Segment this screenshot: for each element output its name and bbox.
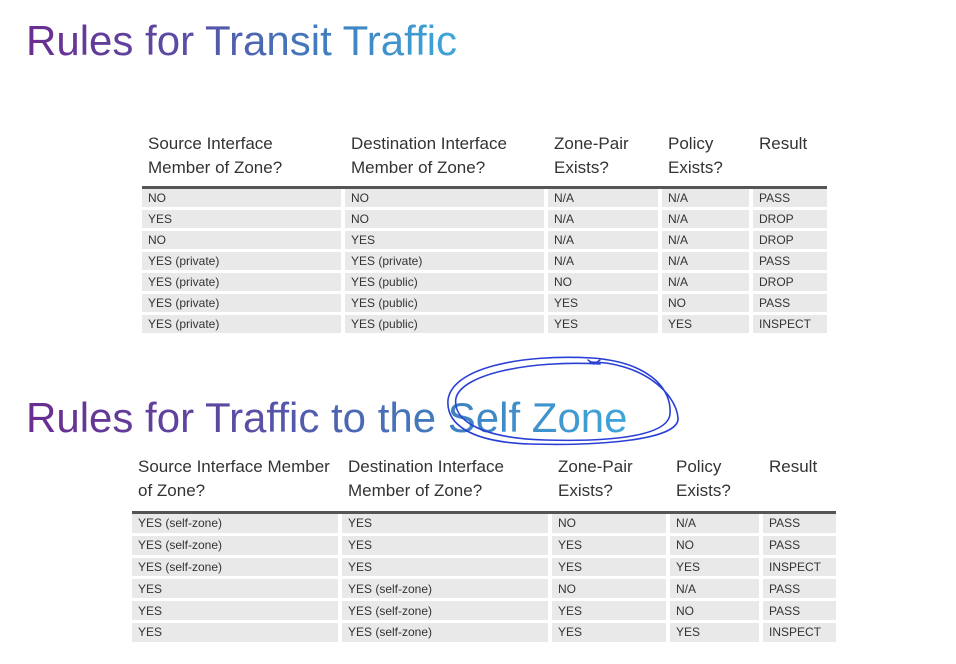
- cell-zone-pair: NO: [552, 579, 670, 602]
- cell-zone-pair: N/A: [548, 252, 662, 273]
- transit-traffic-title: Rules for Transit Traffic: [26, 17, 458, 64]
- cell-result: PASS: [763, 601, 836, 623]
- cell-source-interface: NO: [142, 189, 345, 210]
- cell-zone-pair: NO: [548, 273, 662, 294]
- cell-policy: YES: [662, 315, 753, 336]
- table-row: YES (self-zone) YES YES NO PASS: [132, 535, 836, 558]
- self-zone-rows: YES (self-zone) YES NO N/A PASS YES (self-zon…: [132, 514, 836, 645]
- cell-policy: N/A: [670, 579, 763, 602]
- cell-destination-interface: YES (public): [345, 273, 548, 294]
- header-source-interface: Source Interface Member of Zone?: [142, 132, 345, 189]
- cell-source-interface: YES (private): [142, 252, 345, 273]
- transit-rows: NO NO N/A N/A PASS YES NO N/A N/A DROP NO YES N/A N/A…: [142, 189, 827, 336]
- cell-source-interface: YES (self-zone): [132, 514, 342, 536]
- cell-source-interface: NO: [142, 231, 345, 252]
- table-row: NO NO N/A N/A PASS: [142, 189, 827, 210]
- table-header-row: Source Interface Member of Zone? Destina…: [132, 455, 836, 514]
- cell-zone-pair: YES: [552, 622, 670, 645]
- table-row: YES (private) YES (public) YES NO PASS: [142, 294, 827, 315]
- self-zone-title: Rules for Traffic to the Self Zone: [26, 394, 628, 441]
- table-row: YES NO N/A N/A DROP: [142, 210, 827, 231]
- cell-zone-pair: YES: [548, 315, 662, 336]
- cell-source-interface: YES: [132, 601, 342, 623]
- header-policy: Policy Exists?: [662, 132, 753, 189]
- cell-destination-interface: YES: [342, 535, 552, 558]
- cell-destination-interface: YES (public): [345, 294, 548, 315]
- cell-source-interface: YES (private): [142, 294, 345, 315]
- cell-zone-pair: N/A: [548, 189, 662, 210]
- cell-source-interface: YES (private): [142, 273, 345, 294]
- cell-source-interface: YES: [132, 622, 342, 645]
- cell-destination-interface: YES (private): [345, 252, 548, 273]
- table-row: NO YES N/A N/A DROP: [142, 231, 827, 252]
- table-row: YES YES (self-zone) YES NO PASS: [132, 601, 836, 623]
- cell-result: PASS: [753, 252, 827, 273]
- table-row: YES (private) YES (private) N/A N/A PASS: [142, 252, 827, 273]
- cell-zone-pair: NO: [552, 514, 670, 536]
- cell-result: PASS: [763, 514, 836, 536]
- cell-policy: N/A: [662, 231, 753, 252]
- cell-policy: N/A: [662, 210, 753, 231]
- header-destination-interface: Destination Interface Member of Zone?: [345, 132, 548, 189]
- annotation-stroke: [587, 359, 601, 365]
- cell-destination-interface: YES (self-zone): [342, 601, 552, 623]
- cell-destination-interface: NO: [345, 189, 548, 210]
- cell-destination-interface: YES: [345, 231, 548, 252]
- cell-zone-pair: YES: [552, 535, 670, 558]
- cell-result: INSPECT: [753, 315, 827, 336]
- header-result: Result: [763, 455, 836, 514]
- cell-destination-interface: YES (public): [345, 315, 548, 336]
- cell-destination-interface: YES: [342, 514, 552, 536]
- transit-rules-table: Source Interface Member of Zone? Destina…: [142, 132, 827, 336]
- cell-policy: N/A: [662, 252, 753, 273]
- cell-result: PASS: [753, 294, 827, 315]
- cell-source-interface: YES (private): [142, 315, 345, 336]
- cell-zone-pair: YES: [552, 601, 670, 623]
- cell-result: PASS: [763, 535, 836, 558]
- cell-destination-interface: YES (self-zone): [342, 579, 552, 602]
- cell-zone-pair: N/A: [548, 210, 662, 231]
- table-row: YES YES (self-zone) NO N/A PASS: [132, 579, 836, 602]
- cell-result: INSPECT: [763, 622, 836, 645]
- table-row: YES (private) YES (public) NO N/A DROP: [142, 273, 827, 294]
- cell-policy: YES: [670, 557, 763, 580]
- cell-policy: N/A: [662, 189, 753, 210]
- table-row: YES YES (self-zone) YES YES INSPECT: [132, 622, 836, 645]
- cell-source-interface: YES: [142, 210, 345, 231]
- cell-result: INSPECT: [763, 557, 836, 580]
- cell-policy: NO: [662, 294, 753, 315]
- cell-destination-interface: YES: [342, 557, 552, 580]
- table-row: YES (self-zone) YES NO N/A PASS: [132, 514, 836, 536]
- header-destination-interface: Destination Interface Member of Zone?: [342, 455, 552, 514]
- cell-source-interface: YES (self-zone): [132, 557, 342, 580]
- header-result: Result: [753, 132, 827, 189]
- header-source-interface: Source Interface Member of Zone?: [132, 455, 342, 514]
- cell-policy: N/A: [662, 273, 753, 294]
- cell-zone-pair: YES: [552, 557, 670, 580]
- cell-policy: YES: [670, 622, 763, 645]
- cell-policy: NO: [670, 535, 763, 558]
- header-policy: Policy Exists?: [670, 455, 763, 514]
- table-header-row: Source Interface Member of Zone? Destina…: [142, 132, 827, 189]
- cell-policy: NO: [670, 601, 763, 623]
- cell-destination-interface: YES (self-zone): [342, 622, 552, 645]
- cell-source-interface: YES: [132, 579, 342, 602]
- cell-result: DROP: [753, 273, 827, 294]
- cell-result: PASS: [753, 189, 827, 210]
- header-zone-pair: Zone-Pair Exists?: [552, 455, 670, 514]
- header-zone-pair: Zone-Pair Exists?: [548, 132, 662, 189]
- self-zone-rules-table: Source Interface Member of Zone? Destina…: [132, 455, 836, 645]
- table-row: YES (private) YES (public) YES YES INSPECT: [142, 315, 827, 336]
- cell-result: DROP: [753, 231, 827, 252]
- table-row: YES (self-zone) YES YES YES INSPECT: [132, 557, 836, 580]
- cell-destination-interface: NO: [345, 210, 548, 231]
- cell-policy: N/A: [670, 514, 763, 536]
- cell-result: DROP: [753, 210, 827, 231]
- cell-source-interface: YES (self-zone): [132, 535, 342, 558]
- cell-result: PASS: [763, 579, 836, 602]
- cell-zone-pair: N/A: [548, 231, 662, 252]
- cell-zone-pair: YES: [548, 294, 662, 315]
